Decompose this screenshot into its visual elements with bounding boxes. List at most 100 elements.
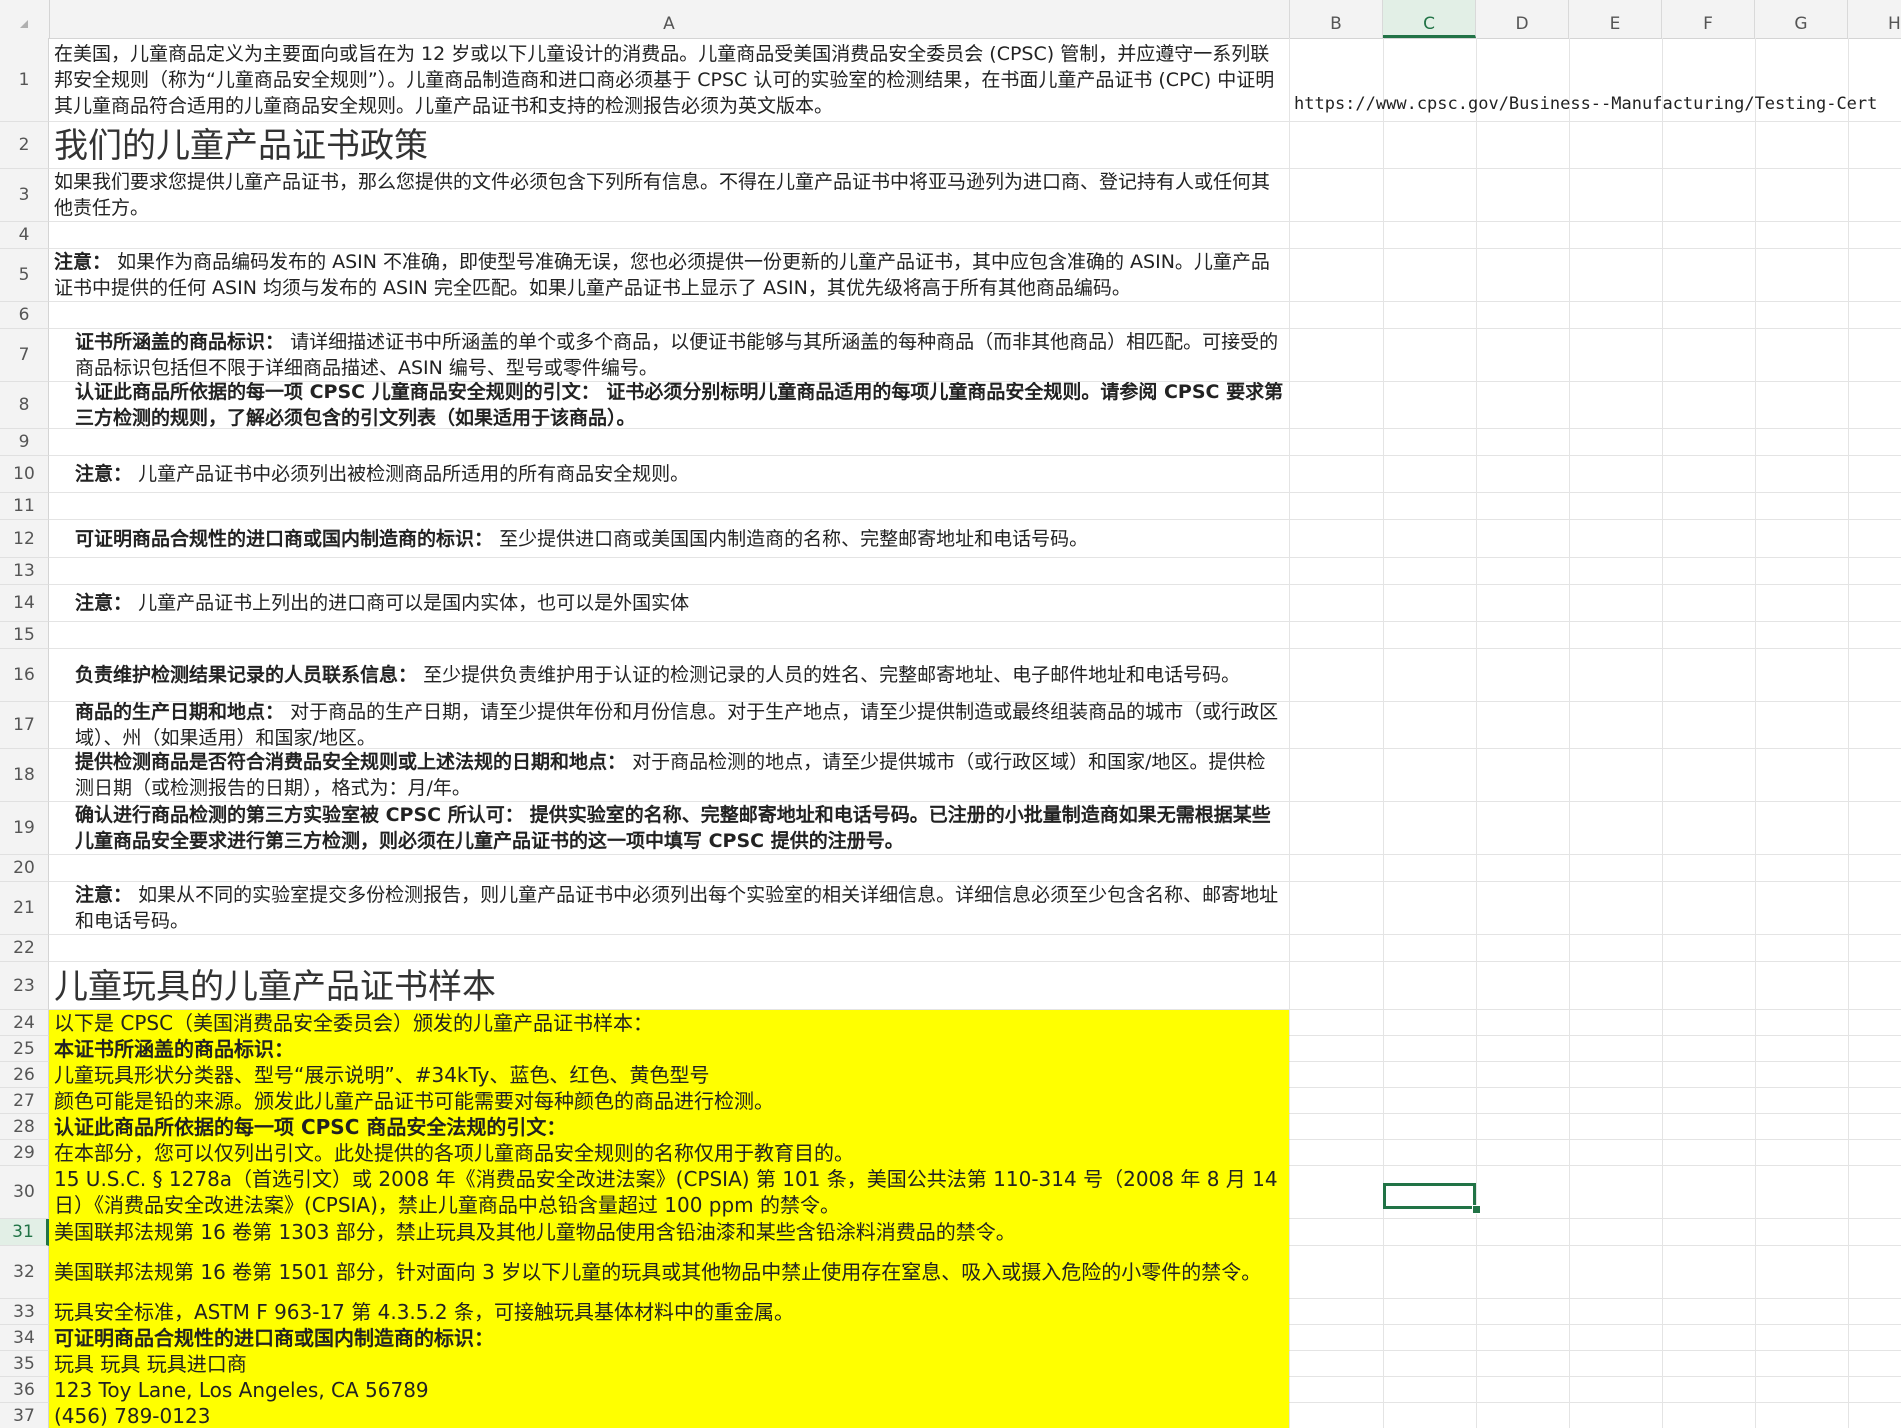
column-header-b[interactable]: B: [1290, 0, 1383, 38]
cell-a3[interactable]: 如果我们要求您提供儿童产品证书，那么您提供的文件必须包含下列所有信息。不得在儿童…: [49, 169, 1290, 222]
cell-a36[interactable]: 123 Toy Lane, Los Angeles, CA 56789: [49, 1377, 1290, 1403]
cell-a12[interactable]: 可证明商品合规性的进口商或国内制造商的标识： 至少提供进口商或美国国内制造商的名…: [49, 520, 1290, 558]
row-header-14[interactable]: 14: [0, 585, 49, 622]
cell-a27[interactable]: 颜色可能是铅的来源。颁发此儿童产品证书可能需要对每种颜色的商品进行检测。: [49, 1088, 1290, 1114]
row-header-15[interactable]: 15: [0, 622, 49, 649]
cell-a26[interactable]: 儿童玩具形状分类器、型号“展示说明”、#34kTy、蓝色、红色、黄色型号: [49, 1062, 1290, 1088]
row-header-33[interactable]: 33: [0, 1299, 49, 1325]
cell-a9[interactable]: [49, 429, 1290, 456]
row-header-37[interactable]: 37: [0, 1403, 49, 1428]
cell-a29[interactable]: 在本部分，您可以仅列出引文。此处提供的各项儿童商品安全规则的名称仅用于教育目的。: [49, 1140, 1290, 1166]
cell-a35[interactable]: 玩具 玩具 玩具进口商: [49, 1351, 1290, 1377]
column-header-f[interactable]: F: [1662, 0, 1755, 38]
cell-a25[interactable]: 本证书所涵盖的商品标识：: [49, 1036, 1290, 1062]
column-header-a[interactable]: A: [49, 0, 1290, 38]
row-header-24[interactable]: 24: [0, 1010, 49, 1036]
row-header-29[interactable]: 29: [0, 1140, 49, 1166]
cell-a7[interactable]: 证书所涵盖的商品标识： 请详细描述证书中所涵盖的单个或多个商品，以便证书能够与其…: [49, 329, 1290, 382]
cell-a1[interactable]: 在美国，儿童商品定义为主要面向或旨在为 12 岁或以下儿童设计的消费品。儿童商品…: [49, 38, 1290, 122]
cell-a14[interactable]: 注意： 儿童产品证书上列出的进口商可以是国内实体，也可以是外国实体: [49, 585, 1290, 622]
cell-a34[interactable]: 可证明商品合规性的进口商或国内制造商的标识：: [49, 1325, 1290, 1351]
cell-text: 本证书所涵盖的商品标识：: [54, 1036, 294, 1061]
cell-a30[interactable]: 15 U.S.C. § 1278a（首选引文）或 2008 年《消费品安全改进法…: [49, 1166, 1290, 1219]
cell-text: 15 U.S.C. § 1278a（首选引文）或 2008 年《消费品安全改进法…: [54, 1167, 1278, 1217]
cell-a31[interactable]: 美国联邦法规第 16 卷第 1303 部分，禁止玩具及其他儿童物品使用含铅油漆和…: [49, 1219, 1290, 1246]
row-header-5[interactable]: 5: [0, 249, 49, 302]
row-header-21[interactable]: 21: [0, 882, 49, 935]
row-header-34[interactable]: 34: [0, 1325, 49, 1351]
cell-a28[interactable]: 认证此商品所依据的每一项 CPSC 商品安全法规的引文：: [49, 1114, 1290, 1140]
row-header-32[interactable]: 32: [0, 1246, 49, 1299]
row-header-12[interactable]: 12: [0, 520, 49, 558]
select-all-corner[interactable]: [0, 0, 50, 38]
cell-a19[interactable]: 确认进行商品检测的第三方实验室被 CPSC 所认可： 提供实验室的名称、完整邮寄…: [49, 802, 1290, 855]
row-gridline: [1290, 648, 1901, 649]
row-header-1[interactable]: 1: [0, 38, 49, 122]
column-header-e[interactable]: E: [1569, 0, 1662, 38]
row-header-19[interactable]: 19: [0, 802, 49, 855]
row-header-22[interactable]: 22: [0, 935, 49, 962]
cell-a23[interactable]: 儿童玩具的儿童产品证书样本: [49, 962, 1290, 1010]
cell-a16[interactable]: 负责维护检测结果记录的人员联系信息： 至少提供负责维护用于认证的检测记录的人员的…: [49, 649, 1290, 702]
row-header-25[interactable]: 25: [0, 1036, 49, 1062]
row-header-27[interactable]: 27: [0, 1088, 49, 1114]
cell-text: 可证明商品合规性的进口商或国内制造商的标识：: [54, 1325, 494, 1350]
column-header-c[interactable]: C: [1383, 0, 1476, 38]
row-header-17[interactable]: 17: [0, 702, 49, 749]
row-header-3[interactable]: 3: [0, 169, 49, 222]
row-gridline: [1290, 1350, 1901, 1351]
row-header-28[interactable]: 28: [0, 1114, 49, 1140]
row-gridline: [1290, 301, 1901, 302]
row-header-6[interactable]: 6: [0, 302, 49, 329]
row-header-13[interactable]: 13: [0, 558, 49, 585]
column-header-row: A B C D E F G H: [0, 0, 1901, 39]
cell-a6[interactable]: [49, 302, 1290, 329]
cell-a22[interactable]: [49, 935, 1290, 962]
row-header-11[interactable]: 11: [0, 493, 49, 520]
row-header-26[interactable]: 26: [0, 1062, 49, 1088]
row-header-36[interactable]: 36: [0, 1377, 49, 1403]
row-header-2[interactable]: 2: [0, 122, 49, 169]
column-header-h[interactable]: H: [1848, 0, 1901, 38]
row-header-18[interactable]: 18: [0, 749, 49, 802]
cell-a17[interactable]: 商品的生产日期和地点： 对于商品的生产日期，请至少提供年份和月份信息。对于生产地…: [49, 702, 1290, 749]
cell-a8[interactable]: 认证此商品所依据的每一项 CPSC 儿童商品安全规则的引文： 证书必须分别标明儿…: [49, 382, 1290, 429]
cell-a15[interactable]: [49, 622, 1290, 649]
row-header-31[interactable]: 31: [0, 1219, 49, 1246]
row-header-20[interactable]: 20: [0, 855, 49, 882]
cell-label: 负责维护检测结果记录的人员联系信息：: [75, 664, 418, 686]
row-header-23[interactable]: 23: [0, 962, 49, 1010]
row-header-16[interactable]: 16: [0, 649, 49, 702]
cell-a5[interactable]: 注意： 如果作为商品编码发布的 ASIN 不准确，即使型号准确无误，您也必须提供…: [49, 249, 1290, 302]
row-header-35[interactable]: 35: [0, 1351, 49, 1377]
cell-a32[interactable]: 美国联邦法规第 16 卷第 1501 部分，针对面向 3 岁以下儿童的玩具或其他…: [49, 1246, 1290, 1299]
selected-cell-c31[interactable]: [1383, 1183, 1476, 1209]
column-header-d[interactable]: D: [1476, 0, 1569, 38]
row-gridline: [1290, 881, 1901, 882]
cell-a10[interactable]: 注意： 儿童产品证书中必须列出被检测商品所适用的所有商品安全规则。: [49, 456, 1290, 493]
row-gridline: [1290, 248, 1901, 249]
cell-a18[interactable]: 提供检测商品是否符合消费品安全规则或上述法规的日期和地点： 对于商品检测的地点，…: [49, 749, 1290, 802]
cell-a21[interactable]: 注意： 如果从不同的实验室提交多份检测报告，则儿童产品证书中必须列出每个实验室的…: [49, 882, 1290, 935]
cell-a11[interactable]: [49, 493, 1290, 520]
row-header-30[interactable]: 30: [0, 1166, 49, 1219]
cell-a4[interactable]: [49, 222, 1290, 249]
cell-a13[interactable]: [49, 558, 1290, 585]
cell-a33[interactable]: 玩具安全标准，ASTM F 963-17 第 4.3.5.2 条，可接触玩具基体…: [49, 1299, 1290, 1325]
cell-text: 儿童产品证书上列出的进口商可以是国内实体，也可以是外国实体: [138, 592, 690, 614]
cell-a2[interactable]: 我们的儿童产品证书政策: [49, 122, 1290, 169]
cell-b1-url[interactable]: https://www.cpsc.gov/Business--Manufactu…: [1294, 94, 1877, 114]
cell-text: 在本部分，您可以仅列出引文。此处提供的各项儿童商品安全规则的名称仅用于教育目的。: [54, 1140, 854, 1165]
row-header-4[interactable]: 4: [0, 222, 49, 249]
column-header-g[interactable]: G: [1755, 0, 1848, 38]
row-header-10[interactable]: 10: [0, 456, 49, 493]
cell-a24[interactable]: 以下是 CPSC（美国消费品安全委员会）颁发的儿童产品证书样本：: [49, 1010, 1290, 1036]
fill-handle[interactable]: [1472, 1205, 1481, 1214]
row-header-8[interactable]: 8: [0, 382, 49, 429]
row-gridline: [1290, 519, 1901, 520]
cell-label: 注意：: [75, 884, 133, 906]
row-header-7[interactable]: 7: [0, 329, 49, 382]
cell-a37[interactable]: (456) 789-0123: [49, 1403, 1290, 1428]
cell-a20[interactable]: [49, 855, 1290, 882]
row-header-9[interactable]: 9: [0, 429, 49, 456]
